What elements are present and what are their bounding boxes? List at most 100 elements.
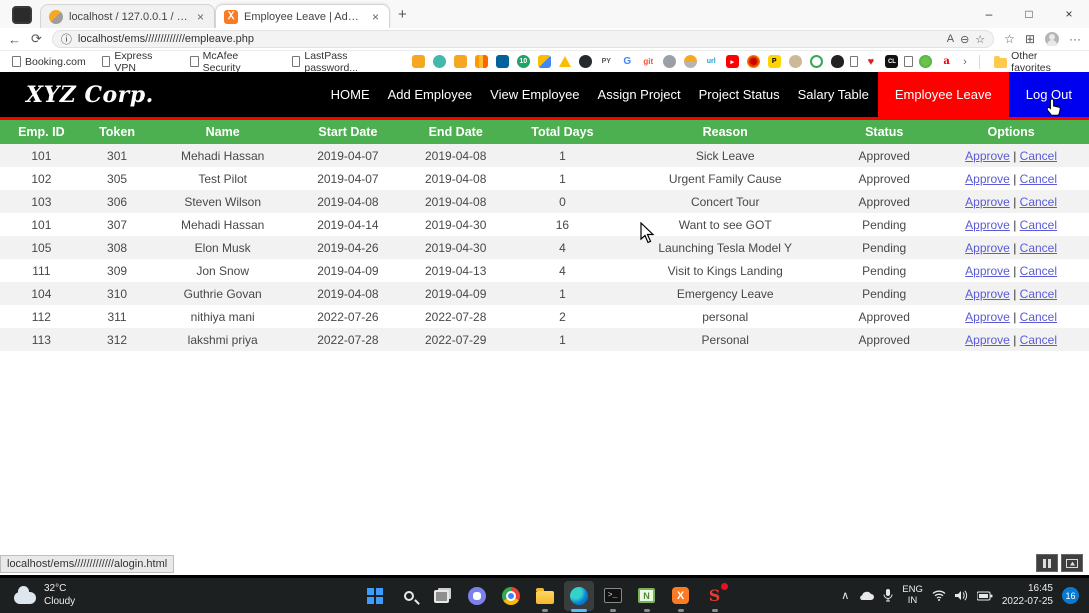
edge-button[interactable] xyxy=(564,581,594,611)
xampp-button[interactable]: X xyxy=(666,581,696,611)
favicon-git-icon[interactable]: git xyxy=(642,55,655,68)
favicon-python-text-icon[interactable]: PY xyxy=(600,55,613,68)
bookmarks-overflow-chevron-icon[interactable]: › xyxy=(963,56,967,68)
favicon-face-icon[interactable] xyxy=(789,55,802,68)
favicon-penguin-icon[interactable] xyxy=(831,55,844,68)
wifi-icon[interactable] xyxy=(932,590,946,601)
cancel-link[interactable]: Cancel xyxy=(1020,172,1057,186)
collections-icon[interactable]: ⊞ xyxy=(1025,32,1035,46)
nav-item-employee-leave[interactable]: Employee Leave xyxy=(878,72,1009,117)
favicon-cl-icon[interactable]: CL xyxy=(885,55,898,68)
settings-more-icon[interactable]: ··· xyxy=(1069,32,1081,46)
favicon-badge-icon[interactable] xyxy=(454,55,467,68)
battery-icon[interactable] xyxy=(977,590,993,601)
file-explorer-button[interactable] xyxy=(530,581,560,611)
approve-link[interactable]: Approve xyxy=(965,264,1010,278)
approve-link[interactable]: Approve xyxy=(965,218,1010,232)
read-aloud-icon[interactable]: A xyxy=(947,33,954,45)
tab-actions-icon[interactable] xyxy=(12,6,32,24)
cancel-link[interactable]: Cancel xyxy=(1020,333,1057,347)
bookmark-expressvpn[interactable]: Express VPN xyxy=(96,50,180,74)
close-button[interactable]: × xyxy=(1049,0,1089,28)
tab-close-icon[interactable]: × xyxy=(195,10,206,24)
favicon-url-icon[interactable]: url xyxy=(705,55,718,68)
new-tab-button[interactable]: + xyxy=(398,6,407,23)
maximize-button[interactable]: □ xyxy=(1009,0,1049,28)
start-button[interactable] xyxy=(360,581,390,611)
chat-button[interactable] xyxy=(462,581,492,611)
picture-in-picture-button[interactable] xyxy=(1061,554,1083,572)
favicon-red-burst-icon[interactable] xyxy=(747,55,760,68)
chrome-button[interactable] xyxy=(496,581,526,611)
profile-avatar[interactable] xyxy=(1045,32,1059,46)
task-view-button[interactable] xyxy=(428,581,458,611)
favicon-globe-icon[interactable] xyxy=(919,55,932,68)
favicon-page-icon[interactable] xyxy=(850,56,859,67)
favicon-gray-icon[interactable] xyxy=(663,55,676,68)
favicon-ieee-icon[interactable] xyxy=(496,55,509,68)
cancel-link[interactable]: Cancel xyxy=(1020,149,1057,163)
favicon-phpmyadmin-icon[interactable] xyxy=(684,55,697,68)
refresh-icon[interactable]: ⟳ xyxy=(31,31,42,47)
bookmark-booking[interactable]: Booking.com xyxy=(6,56,92,68)
s-app-button[interactable]: S xyxy=(700,581,730,611)
cancel-link[interactable]: Cancel xyxy=(1020,218,1057,232)
cancel-link[interactable]: Cancel xyxy=(1020,310,1057,324)
favicon-teal-swirl-icon[interactable] xyxy=(433,55,446,68)
tab-employee-leave[interactable]: ꓫ Employee Leave | Admin Panel | × xyxy=(215,4,390,28)
nav-item-view-employee[interactable]: View Employee xyxy=(481,72,588,117)
nav-item-project-status[interactable]: Project Status xyxy=(690,72,789,117)
minimize-button[interactable]: – xyxy=(969,0,1009,28)
back-icon[interactable]: ← xyxy=(8,32,21,47)
nav-item-add-employee[interactable]: Add Employee xyxy=(379,72,482,117)
tab-close-icon[interactable]: × xyxy=(370,10,381,24)
bookmark-lastpass[interactable]: LastPass password... xyxy=(286,50,406,74)
weather-widget[interactable]: 32°CCloudy xyxy=(0,583,75,608)
favicon-bar-chart-icon[interactable] xyxy=(475,55,488,68)
favicon-yellow-p-icon[interactable]: P xyxy=(768,55,781,68)
approve-link[interactable]: Approve xyxy=(965,333,1010,347)
favicon-heart-icon[interactable]: ♥ xyxy=(864,55,877,68)
approve-link[interactable]: Approve xyxy=(965,172,1010,186)
terminal-button[interactable]: >_ xyxy=(598,581,628,611)
favicon-github-icon[interactable] xyxy=(579,55,592,68)
notepadpp-button[interactable]: N xyxy=(632,581,662,611)
favicon-orange-icon[interactable] xyxy=(412,55,425,68)
tab-phpmyadmin[interactable]: localhost / 127.0.0.1 / 370projec × xyxy=(40,4,215,28)
cancel-link[interactable]: Cancel xyxy=(1020,195,1057,209)
bookmark-mcafee[interactable]: McAfee Security xyxy=(184,50,282,74)
approve-link[interactable]: Approve xyxy=(965,149,1010,163)
favicon-green-ring-icon[interactable] xyxy=(810,55,823,68)
cancel-link[interactable]: Cancel xyxy=(1020,241,1057,255)
url-text[interactable]: localhost/ems/////////////empleave.php xyxy=(78,33,941,45)
favicon-page-icon[interactable] xyxy=(904,56,913,67)
favicon-google-ads-icon[interactable] xyxy=(538,55,551,68)
approve-link[interactable]: Approve xyxy=(965,310,1010,324)
favorites-icon[interactable]: ☆ xyxy=(1004,32,1015,46)
favicon-google-g-icon[interactable]: G xyxy=(621,55,634,68)
cancel-link[interactable]: Cancel xyxy=(1020,264,1057,278)
zoom-out-icon[interactable]: ⊖ xyxy=(960,33,969,46)
favicon-airtel-icon[interactable]: a xyxy=(940,55,953,68)
nav-item-salary-table[interactable]: Salary Table xyxy=(789,72,878,117)
nav-item-assign-project[interactable]: Assign Project xyxy=(589,72,690,117)
approve-link[interactable]: Approve xyxy=(965,287,1010,301)
language-indicator[interactable]: ENGIN xyxy=(902,585,923,607)
pause-button[interactable] xyxy=(1036,554,1058,572)
clock[interactable]: 16:452022-07-25 xyxy=(1002,583,1053,608)
cancel-link[interactable]: Cancel xyxy=(1020,287,1057,301)
speaker-icon[interactable] xyxy=(955,590,968,601)
microphone-icon[interactable] xyxy=(883,589,893,602)
add-favorite-star-icon[interactable]: ☆ xyxy=(975,33,985,46)
tray-chevron-icon[interactable]: ∧ xyxy=(841,589,849,602)
site-info-icon[interactable]: ⓘ xyxy=(61,31,72,47)
nav-item-home[interactable]: HOME xyxy=(322,72,379,117)
favicon-youtube-icon[interactable]: ▸ xyxy=(726,55,739,68)
address-bar[interactable]: ⓘ localhost/ems/////////////empleave.php… xyxy=(52,30,994,48)
favicon-google-triangle-icon[interactable] xyxy=(559,56,571,67)
approve-link[interactable]: Approve xyxy=(965,241,1010,255)
onedrive-cloud-icon[interactable] xyxy=(858,590,874,601)
other-favorites[interactable]: Other favorites xyxy=(988,50,1083,74)
approve-link[interactable]: Approve xyxy=(965,195,1010,209)
favicon-green-ten-icon[interactable]: 10 xyxy=(517,55,530,68)
